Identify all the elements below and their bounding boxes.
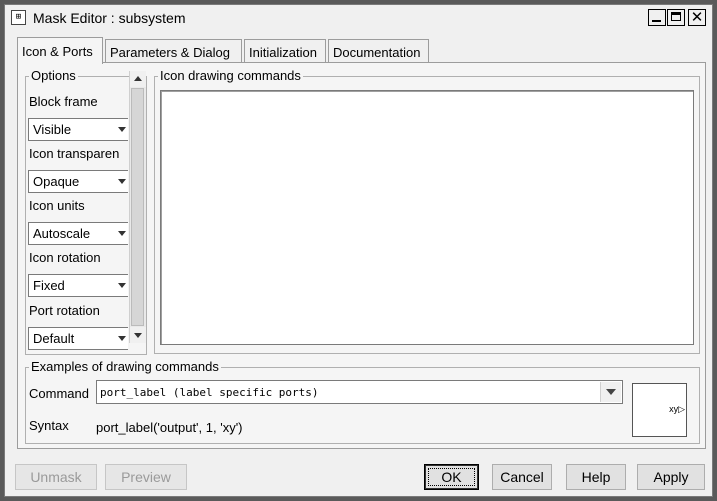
icon-drawing-group: Icon drawing commands xyxy=(154,68,700,354)
icon-units-dropdown[interactable]: Autoscale xyxy=(28,222,128,245)
chevron-down-icon xyxy=(118,127,126,132)
syntax-value: port_label('output', 1, 'xy') xyxy=(96,420,243,435)
mask-editor-window: ⊞ Mask Editor : subsystem ✕ Icon & Ports… xyxy=(4,4,713,497)
unmask-button[interactable]: Unmask xyxy=(15,464,97,490)
tab-documentation-label: Documentation xyxy=(333,45,421,60)
port-rotation-dropdown[interactable]: Default xyxy=(28,327,128,350)
tab-documentation[interactable]: Documentation xyxy=(328,39,429,63)
icon-units-label: Icon units xyxy=(29,198,85,213)
command-label: Command xyxy=(29,386,89,401)
preview-port-text: xy xyxy=(669,404,679,414)
icon-ports-panel: Options Block frame Visible Icon transpa… xyxy=(17,62,706,449)
port-rotation-value: Default xyxy=(33,331,75,346)
tab-parameters-dialog-label: Parameters & Dialog xyxy=(110,45,230,60)
title-bar[interactable]: ⊞ Mask Editor : subsystem ✕ xyxy=(5,5,712,31)
syntax-label: Syntax xyxy=(29,418,69,433)
apply-button[interactable]: Apply xyxy=(637,464,705,490)
block-frame-value: Visible xyxy=(33,122,72,137)
icon-rotation-label: Icon rotation xyxy=(29,250,101,265)
examples-group: Examples of drawing commands Command por… xyxy=(25,359,700,444)
scrollbar-thumb[interactable] xyxy=(131,88,144,326)
command-dropdown-button[interactable] xyxy=(600,382,621,402)
tab-parameters-dialog[interactable]: Parameters & Dialog xyxy=(105,39,242,63)
preview-port-label: xy▷ xyxy=(669,404,685,414)
ok-button[interactable]: OK xyxy=(424,464,479,490)
icon-transparency-value: Opaque xyxy=(33,174,80,189)
tab-icon-ports[interactable]: Icon & Ports xyxy=(17,37,103,64)
example-icon-preview: xy▷ xyxy=(632,383,687,437)
maximize-button[interactable] xyxy=(667,9,685,26)
tab-icon-ports-label: Icon & Ports xyxy=(22,44,93,59)
chevron-down-icon xyxy=(118,336,126,341)
icon-drawing-commands-textarea[interactable] xyxy=(160,90,694,345)
command-value: port_label (label specific ports) xyxy=(100,386,319,399)
close-button[interactable]: ✕ xyxy=(688,9,706,26)
icon-transparency-label: Icon transparen xyxy=(29,146,120,161)
icon-rotation-value: Fixed xyxy=(33,278,65,293)
chevron-down-icon xyxy=(118,283,126,288)
cancel-button[interactable]: Cancel xyxy=(492,464,552,490)
command-combobox[interactable]: port_label (label specific ports) xyxy=(96,380,623,404)
icon-drawing-legend: Icon drawing commands xyxy=(158,68,303,83)
icon-rotation-dropdown[interactable]: Fixed xyxy=(28,274,128,297)
examples-legend: Examples of drawing commands xyxy=(29,359,221,374)
mask-editor-app-icon: ⊞ xyxy=(11,10,26,25)
tab-initialization-label: Initialization xyxy=(249,45,317,60)
options-legend: Options xyxy=(29,68,78,83)
window-title: Mask Editor : subsystem xyxy=(33,10,186,26)
preview-button[interactable]: Preview xyxy=(105,464,187,490)
close-icon: ✕ xyxy=(690,9,704,26)
scroll-up-icon xyxy=(134,76,142,81)
chevron-down-icon xyxy=(118,231,126,236)
scroll-down-icon xyxy=(134,333,142,338)
help-button[interactable]: Help xyxy=(566,464,626,490)
focus-ring xyxy=(428,468,475,486)
minimize-button[interactable] xyxy=(648,9,666,26)
block-frame-dropdown[interactable]: Visible xyxy=(28,118,128,141)
options-scrollbar[interactable] xyxy=(129,71,146,343)
block-frame-label: Block frame xyxy=(29,94,98,109)
options-group: Options Block frame Visible Icon transpa… xyxy=(25,68,147,355)
scroll-down-button[interactable] xyxy=(130,327,146,343)
scroll-up-button[interactable] xyxy=(130,71,146,87)
minimize-icon xyxy=(652,20,661,22)
icon-transparency-dropdown[interactable]: Opaque xyxy=(28,170,128,193)
maximize-icon xyxy=(671,12,681,21)
chevron-down-icon xyxy=(118,179,126,184)
port-rotation-label: Port rotation xyxy=(29,303,100,318)
chevron-down-icon xyxy=(606,389,616,395)
tab-initialization[interactable]: Initialization xyxy=(244,39,326,63)
icon-units-value: Autoscale xyxy=(33,226,91,241)
